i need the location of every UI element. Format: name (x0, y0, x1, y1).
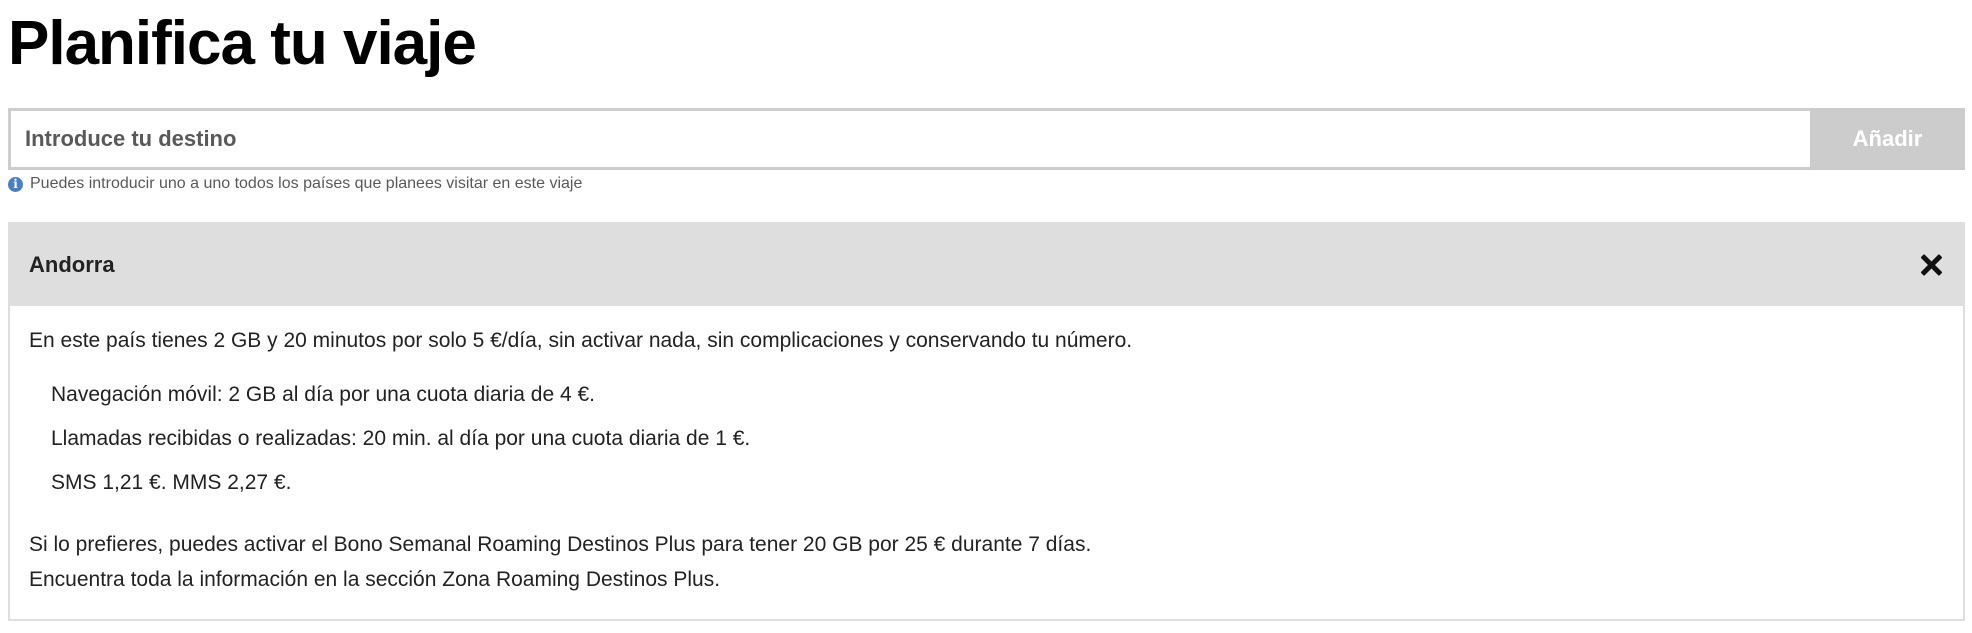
page-title: Planifica tu viaje (8, 9, 477, 78)
list-item: Llamadas recibidas o realizadas: 20 min.… (51, 427, 751, 450)
search-hint: i Puedes introducir uno a uno todos los … (8, 175, 582, 193)
destination-details: En este país tienes 2 GB y 20 minutos po… (10, 306, 1963, 597)
country-name: Andorra (29, 252, 115, 277)
bono-text: Si lo prefieres, puedes activar el Bono … (29, 533, 1092, 556)
list-item: Navegación móvil: 2 GB al día por una cu… (51, 383, 595, 406)
info-icon: i (8, 176, 23, 192)
extra-info: Si lo prefieres, puedes activar el Bono … (29, 527, 1944, 597)
destination-search: Añadir (8, 108, 1965, 170)
destination-input[interactable] (8, 108, 1810, 170)
hint-text: Puedes introducir uno a uno todos los pa… (30, 175, 583, 192)
close-icon[interactable] (1919, 253, 1943, 277)
rate-list: Navegación móvil: 2 GB al día por una cu… (29, 373, 1944, 505)
zona-roaming-text: Encuentra toda la información en la secc… (29, 568, 721, 591)
intro-text: En este país tienes 2 GB y 20 minutos po… (29, 329, 1133, 352)
destination-header: Andorra (10, 224, 1963, 306)
add-button[interactable]: Añadir (1810, 108, 1965, 170)
list-item: SMS 1,21 €. MMS 2,27 €. (51, 471, 292, 494)
destination-panel: Andorra En este país tienes 2 GB y 20 mi… (8, 222, 1965, 621)
